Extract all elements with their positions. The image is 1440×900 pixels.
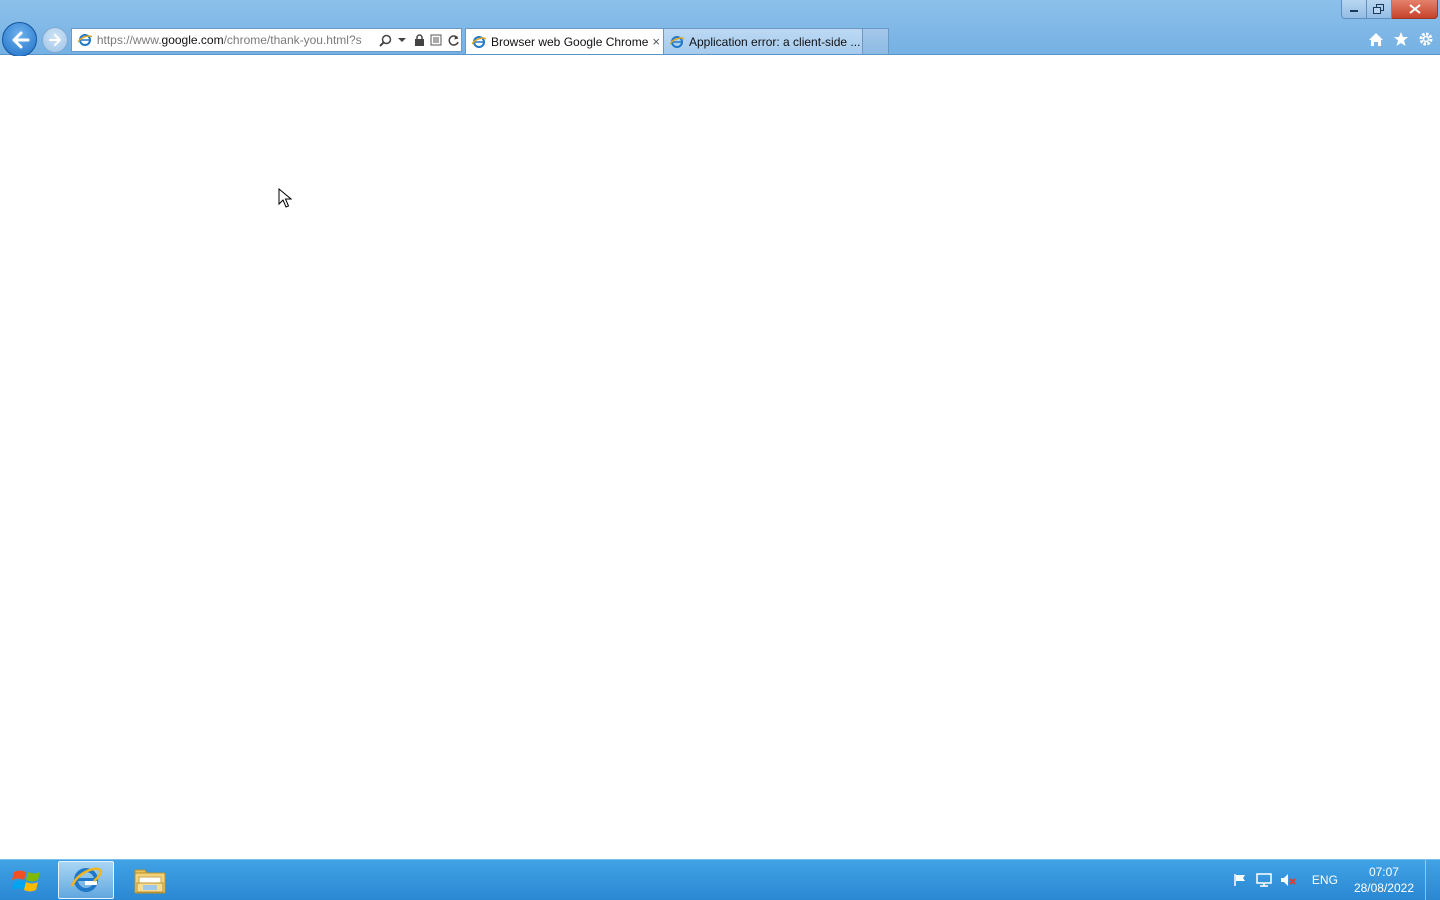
file-explorer-icon bbox=[134, 869, 166, 894]
window-controls bbox=[1341, 0, 1438, 19]
home-icon[interactable] bbox=[1366, 29, 1386, 49]
refresh-icon[interactable] bbox=[445, 30, 461, 50]
network-icon[interactable] bbox=[1254, 870, 1274, 890]
forward-button[interactable] bbox=[42, 27, 68, 53]
tab-browser-web-google-chrome[interactable]: Browser web Google Chrome × bbox=[465, 28, 664, 54]
mouse-cursor-icon bbox=[278, 188, 292, 208]
close-button[interactable] bbox=[1392, 0, 1438, 19]
browser-toolbar-right bbox=[1366, 29, 1436, 49]
volume-muted-icon[interactable] bbox=[1278, 870, 1298, 890]
forward-arrow-icon bbox=[49, 34, 61, 46]
tab-label: Browser web Google Chrome bbox=[491, 34, 649, 49]
browser-title-bar: https://www.google.com/chrome/thank-you.… bbox=[0, 0, 1440, 57]
show-desktop-button[interactable] bbox=[1425, 860, 1440, 900]
lock-icon[interactable] bbox=[411, 30, 427, 50]
taskbar-file-explorer[interactable] bbox=[122, 861, 178, 899]
address-bar[interactable]: https://www.google.com/chrome/thank-you.… bbox=[71, 28, 462, 52]
compatibility-icon[interactable] bbox=[428, 30, 444, 50]
minimize-icon bbox=[1350, 10, 1358, 12]
ie-page-icon bbox=[669, 34, 685, 50]
tab-strip: Browser web Google Chrome × Application … bbox=[465, 28, 889, 54]
url-path: /chrome/thank-you.html?s bbox=[223, 33, 362, 47]
internet-explorer-icon bbox=[70, 867, 102, 892]
system-tray: ENG 07:07 28/08/2022 bbox=[1226, 860, 1426, 900]
windows-logo-icon bbox=[12, 870, 40, 892]
clock-time: 07:07 bbox=[1368, 865, 1399, 879]
ie-page-icon bbox=[471, 34, 487, 50]
restore-button[interactable] bbox=[1367, 0, 1392, 19]
action-center-flag-icon[interactable] bbox=[1230, 870, 1250, 890]
new-tab-button[interactable] bbox=[862, 28, 889, 54]
back-button[interactable] bbox=[2, 22, 37, 57]
input-language[interactable]: ENG bbox=[1312, 873, 1338, 887]
address-tools bbox=[377, 30, 461, 50]
search-icon[interactable] bbox=[377, 30, 393, 50]
tab-label: Application error: a client-side ... bbox=[689, 34, 861, 49]
minimize-button[interactable] bbox=[1341, 0, 1367, 19]
url-scheme: https://www. bbox=[96, 33, 162, 47]
dropdown-icon[interactable] bbox=[394, 30, 410, 50]
taskbar-internet-explorer[interactable] bbox=[58, 861, 114, 899]
clock[interactable]: 07:07 28/08/2022 bbox=[1354, 864, 1414, 896]
favorites-star-icon[interactable] bbox=[1391, 29, 1411, 49]
clock-date: 28/08/2022 bbox=[1353, 881, 1414, 895]
back-arrow-icon bbox=[12, 31, 29, 48]
url-domain: google.com bbox=[161, 33, 224, 47]
restore-icon bbox=[1373, 3, 1384, 14]
settings-gear-icon[interactable] bbox=[1416, 29, 1436, 49]
tab-application-error[interactable]: Application error: a client-side ... bbox=[663, 28, 863, 54]
start-button[interactable] bbox=[4, 863, 50, 899]
close-icon bbox=[1408, 4, 1421, 14]
tab-close-button[interactable]: × bbox=[652, 34, 660, 49]
taskbar: ENG 07:07 28/08/2022 bbox=[0, 859, 1440, 900]
url-field[interactable]: https://www.google.com/chrome/thank-you.… bbox=[97, 33, 371, 47]
page-viewport[interactable] bbox=[0, 56, 1440, 859]
ie-page-icon bbox=[77, 32, 93, 48]
